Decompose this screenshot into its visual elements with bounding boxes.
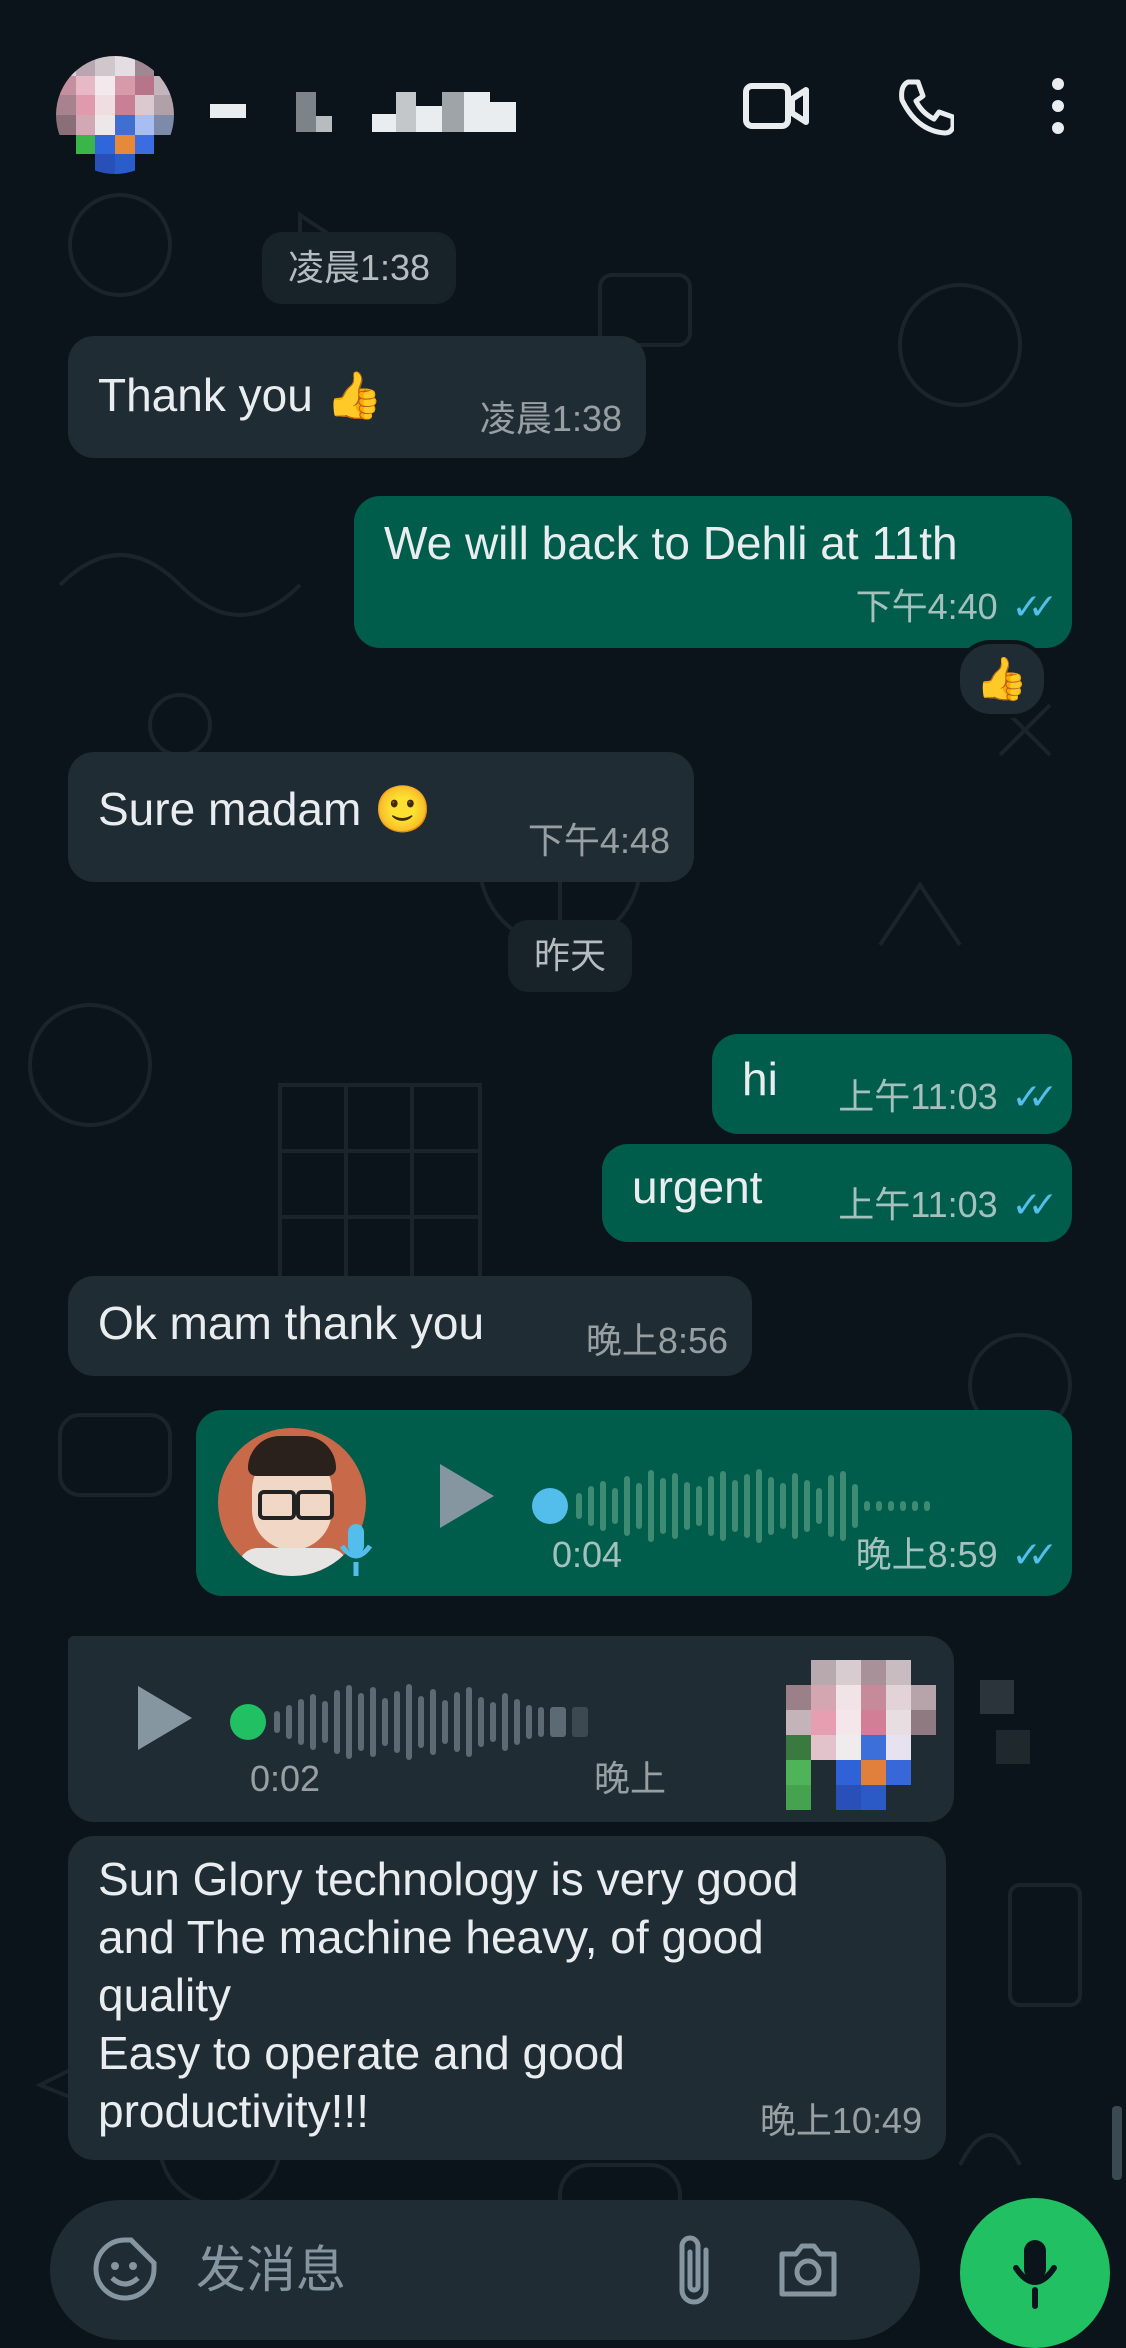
scrollbar-thumb[interactable] [1112, 2106, 1122, 2180]
message-line: Easy to operate and good [98, 2027, 625, 2079]
read-receipt-icon: ✓✓ [1011, 1184, 1058, 1225]
message-time: 上午11:03 [838, 1184, 998, 1225]
play-icon[interactable] [134, 1684, 194, 1765]
incoming-voice-message[interactable]: 0:02 晚上 [68, 1636, 954, 1822]
play-icon[interactable] [436, 1462, 496, 1543]
pixelated-overflow [980, 1680, 1014, 1714]
phone-icon[interactable] [884, 66, 964, 146]
message-time: 晚上 [594, 1758, 667, 1799]
message-line: quality [98, 1969, 231, 2021]
date-separator: 昨天 [508, 920, 633, 992]
voice-duration: 0:02 [250, 1758, 321, 1799]
message-time: 凌晨1:38 [479, 398, 622, 439]
outgoing-message[interactable]: We will back to Dehli at 11th 下午4:40 ✓✓ [354, 496, 1072, 648]
video-call-icon[interactable] [736, 66, 816, 146]
sender-avatar [786, 1660, 936, 1810]
voice-waveform[interactable] [230, 1678, 594, 1760]
message-text: We will back to Dehli at 11th [384, 517, 958, 569]
outgoing-message[interactable]: hi 上午11:03 ✓✓ [712, 1034, 1072, 1134]
contact-name[interactable] [210, 92, 516, 132]
message-time: 晚上8:56 [585, 1320, 728, 1361]
incoming-message[interactable]: Thank you 👍 凌晨1:38 [68, 336, 646, 458]
message-time: 晚上8:59 [855, 1534, 998, 1575]
more-options-icon[interactable] [1018, 66, 1098, 146]
message-text: Ok mam thank you [98, 1297, 485, 1349]
read-receipt-icon: ✓✓ [1011, 586, 1058, 627]
contact-avatar[interactable] [56, 56, 174, 174]
message-text: Thank you 👍 [98, 369, 383, 421]
chat-header [0, 0, 1126, 190]
voice-record-button[interactable] [960, 2198, 1110, 2348]
message-line: and The machine heavy, of good [98, 1911, 764, 1963]
attach-icon[interactable] [676, 2230, 716, 2315]
message-meta: 下午4:40 ✓✓ [855, 578, 1059, 636]
message-time: 晚上10:49 [759, 2100, 922, 2141]
pixelated-overflow [996, 1730, 1030, 1764]
message-input[interactable]: 发消息 [196, 2232, 346, 2308]
incoming-message[interactable]: Sure madam 🙂 下午4:48 [68, 752, 694, 882]
message-time: 下午4:48 [527, 820, 670, 861]
voice-duration: 0:04 [552, 1534, 623, 1575]
sticker-icon[interactable] [92, 2236, 158, 2307]
read-receipt-icon: ✓✓ [1011, 1076, 1058, 1117]
message-time: 上午11:03 [838, 1076, 998, 1117]
message-line: Sun Glory technology is very good [98, 1853, 799, 1905]
message-line: productivity!!! [98, 2085, 369, 2137]
outgoing-voice-message[interactable]: 0:04 晚上8:59 ✓✓ [196, 1410, 1072, 1596]
microphone-icon [336, 1520, 376, 1593]
message-time: 下午4:40 [855, 586, 998, 627]
reaction-badge[interactable]: 👍 [956, 640, 1048, 718]
microphone-icon [1013, 2240, 1057, 2309]
message-text: Sure madam 🙂 [98, 783, 432, 835]
message-text: hi [742, 1053, 778, 1105]
date-separator: 凌晨1:38 [262, 232, 457, 304]
incoming-message[interactable]: Sun Glory technology is very good and Th… [68, 1836, 946, 2160]
camera-icon[interactable] [776, 2240, 840, 2303]
message-meta: 上午11:03 ✓✓ [838, 1068, 1058, 1126]
message-text: urgent [632, 1161, 763, 1213]
message-meta: 晚上8:59 ✓✓ [855, 1526, 1059, 1584]
message-input-bar: 发消息 [50, 2200, 920, 2340]
outgoing-message[interactable]: urgent 上午11:03 ✓✓ [602, 1144, 1072, 1242]
message-meta: 上午11:03 ✓✓ [838, 1176, 1058, 1234]
read-receipt-icon: ✓✓ [1011, 1534, 1058, 1575]
incoming-message[interactable]: Ok mam thank you 晚上8:56 [68, 1276, 752, 1376]
